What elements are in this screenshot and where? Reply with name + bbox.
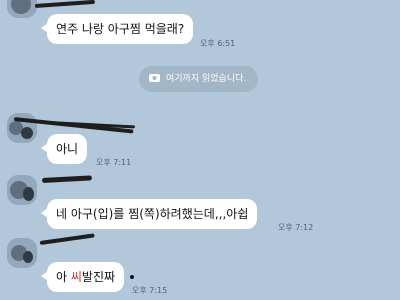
chat-window: 연주 나랑 아구찜 먹을래? 오후 6:51 여기까지 읽었습니다. 아니 오후…	[0, 0, 400, 300]
sender-avatar[interactable]	[7, 238, 37, 268]
sender-avatar[interactable]	[7, 175, 37, 205]
message-bubble[interactable]: 연주 나랑 아구찜 먹을래?	[47, 14, 194, 44]
redacted-scribble	[41, 175, 93, 183]
message-time: 오후 7:11	[96, 158, 132, 167]
read-marker: 여기까지 읽었습니다.	[139, 66, 259, 92]
message-text-suffix: 발진짜	[81, 270, 116, 284]
message-text: 아 씨발진짜	[56, 270, 115, 284]
read-marker-label: 여기까지 읽었습니다.	[166, 74, 247, 84]
message-bubble[interactable]: 아 씨발진짜	[47, 262, 125, 292]
eye-icon	[149, 74, 160, 82]
redacted-scribble	[39, 233, 95, 245]
censored-word: 씨	[70, 270, 82, 284]
redacted-scribble	[34, 0, 95, 8]
sender-avatar[interactable]	[7, 0, 37, 18]
message-text: 연주 나랑 아구찜 먹을래?	[56, 22, 185, 36]
message-time: 오후 7:12	[278, 223, 314, 232]
message-text: 아니	[56, 142, 79, 156]
message-bubble[interactable]: 아니	[47, 134, 88, 164]
message-time: 오후 7:15	[132, 286, 168, 295]
message-time: 오후 6:51	[200, 39, 236, 48]
message-text: 네 아구(입)를 찜(쪽)하려했는데,,,아쉽	[56, 207, 249, 221]
message-text-prefix: 아	[56, 270, 71, 284]
message-bubble[interactable]: 네 아구(입)를 찜(쪽)하려했는데,,,아쉽	[47, 199, 258, 229]
cursor-dot	[130, 275, 134, 279]
